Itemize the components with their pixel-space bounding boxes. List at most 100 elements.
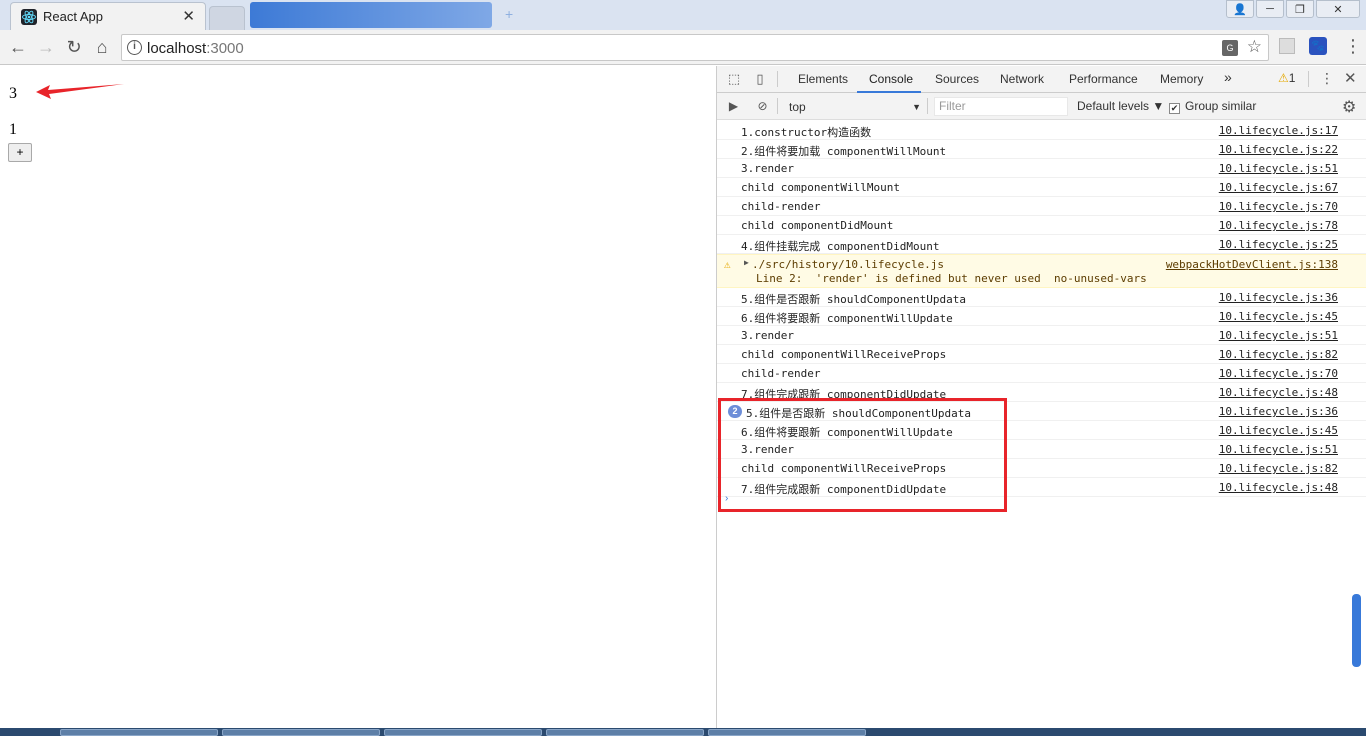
source-link[interactable]: 10.lifecycle.js:45 [1219, 310, 1338, 323]
bookmark-star-icon[interactable]: ☆ [1247, 37, 1262, 57]
source-link[interactable]: 10.lifecycle.js:51 [1219, 443, 1338, 456]
tab-elements[interactable]: Elements [798, 72, 848, 86]
info-icon[interactable]: i [127, 40, 142, 55]
react-logo-icon [21, 9, 37, 25]
devtools-tabbar: ⬚ ▯ Elements Console Sources Network Per… [717, 66, 1366, 93]
red-arrow-annotation [36, 84, 124, 99]
tab-sources[interactable]: Sources [935, 72, 979, 86]
source-link[interactable]: 10.lifecycle.js:48 [1219, 481, 1338, 494]
url-text: localhost:3000 [147, 40, 244, 57]
source-link[interactable]: 10.lifecycle.js:67 [1219, 181, 1338, 194]
new-tab-button[interactable] [209, 6, 245, 30]
source-link[interactable]: 10.lifecycle.js:51 [1219, 329, 1338, 342]
translate-icon[interactable]: G [1222, 40, 1238, 56]
source-link[interactable]: 10.lifecycle.js:25 [1219, 238, 1338, 251]
home-icon[interactable]: ⌂ [92, 37, 112, 57]
warning-counter[interactable]: ⚠1 [1278, 71, 1295, 85]
sidebar-toggle-icon[interactable]: ▶ [726, 99, 741, 114]
child-value: 1 [9, 121, 17, 138]
source-link[interactable]: 10.lifecycle.js:45 [1219, 424, 1338, 437]
log-levels-dropdown[interactable]: Default levels ▼ [1077, 99, 1164, 113]
group-similar-checkbox[interactable]: ✔ Group similar [1169, 99, 1256, 114]
tab-performance[interactable]: Performance [1069, 72, 1138, 86]
divider [777, 71, 778, 87]
divider [1308, 71, 1309, 87]
forward-arrow-icon[interactable]: → [36, 37, 56, 57]
taskbar-item[interactable] [222, 729, 380, 736]
source-link[interactable]: 10.lifecycle.js:36 [1219, 405, 1338, 418]
tab-network[interactable]: Network [1000, 72, 1044, 86]
address-bar[interactable]: i localhost:3000 G ☆ [121, 34, 1269, 61]
source-link[interactable]: 10.lifecycle.js:36 [1219, 291, 1338, 304]
console-row: 3.render 10.lifecycle.js:51 [717, 159, 1366, 178]
scrollbar-thumb[interactable] [1352, 594, 1361, 667]
console-filterbar: ▶ ⊘ top ▼ Filter Default levels ▼ ✔ Group … [717, 93, 1366, 120]
console-row: child componentDidMount 10.lifecycle.js:7… [717, 216, 1366, 235]
checkbox-checked-icon: ✔ [1169, 103, 1180, 114]
back-arrow-icon[interactable]: ← [8, 37, 28, 57]
source-link[interactable]: 10.lifecycle.js:70 [1219, 200, 1338, 213]
close-window-button[interactable]: ✕ [1316, 0, 1360, 18]
console-row: 3.render 10.lifecycle.js:51 [717, 326, 1366, 345]
expand-triangle-icon[interactable]: ▶ [744, 258, 749, 267]
console-row: 6.组件将要跟新 componentWillUpdate 10.lifecycle… [717, 307, 1366, 326]
tab-close-icon[interactable]: ✕ [182, 7, 195, 25]
source-link[interactable]: 10.lifecycle.js:22 [1219, 143, 1338, 156]
user-icon[interactable]: 👤 [1226, 0, 1254, 18]
devtools-panel: ⬚ ▯ Elements Console Sources Network Per… [716, 66, 1366, 728]
kebab-menu-icon[interactable]: ⋮ [1320, 70, 1334, 87]
taskbar-item[interactable] [60, 729, 218, 736]
caret-down-icon: ▼ [912, 102, 921, 112]
divider [777, 98, 778, 114]
source-link[interactable]: 10.lifecycle.js:82 [1219, 348, 1338, 361]
source-link[interactable]: 10.lifecycle.js:51 [1219, 162, 1338, 175]
increment-button[interactable]: + [8, 143, 32, 162]
device-toolbar-icon[interactable]: ▯ [752, 71, 768, 87]
title-bar: React App ✕ + 👤 ─ ❐ ✕ [0, 0, 1366, 30]
filter-input[interactable]: Filter [934, 97, 1068, 116]
console-row: 5.组件是否跟新 shouldComponentUpdata 10.lifecyc… [717, 288, 1366, 307]
page-viewport: 3 1 + [0, 66, 716, 728]
plus-icon: + [505, 6, 514, 22]
source-link[interactable]: 10.lifecycle.js:17 [1219, 124, 1338, 137]
minimize-button[interactable]: ─ [1256, 0, 1284, 18]
warning-icon: ⚠ [1278, 71, 1289, 85]
parent-count-value: 3 [9, 85, 17, 102]
inspect-element-icon[interactable]: ⬚ [726, 71, 742, 87]
taskbar-item[interactable] [384, 729, 542, 736]
os-taskbar [0, 728, 1366, 736]
warning-icon: ⚠ [724, 258, 731, 271]
console-row: 4.组件挂载完成 componentDidMount 10.lifecycle.j… [717, 235, 1366, 254]
taskbar-item[interactable] [546, 729, 704, 736]
console-row: 2.组件将要加载 componentWillMount 10.lifecycle.… [717, 140, 1366, 159]
source-link[interactable]: 10.lifecycle.js:70 [1219, 367, 1338, 380]
more-tabs-icon[interactable]: » [1224, 69, 1232, 85]
maximize-button[interactable]: ❐ [1286, 0, 1314, 18]
clear-console-icon[interactable]: ⊘ [755, 99, 770, 114]
blurred-window-thumbnail [250, 2, 492, 28]
taskbar-item[interactable] [708, 729, 866, 736]
tab-memory[interactable]: Memory [1160, 72, 1203, 86]
console-row: 1.constructor构造函数 10.lifecycle.js:17 [717, 121, 1366, 140]
tab-title: React App [43, 9, 103, 24]
close-devtools-icon[interactable]: ✕ [1344, 69, 1357, 87]
console-row: child componentWillReceiveProps 10.lifecy… [717, 345, 1366, 364]
extension-icon[interactable] [1279, 38, 1295, 54]
window-controls: 👤 ─ ❐ ✕ [1226, 0, 1360, 20]
reload-icon[interactable]: ↻ [64, 37, 84, 57]
browser-menu-icon[interactable]: ⋮ [1344, 36, 1362, 56]
console-warning-row[interactable]: ⚠ ▶ ./src/history/10.lifecycle.js Line 2… [717, 254, 1366, 288]
source-link[interactable]: 10.lifecycle.js:48 [1219, 386, 1338, 399]
divider [927, 98, 928, 114]
tab-console[interactable]: Console [869, 72, 913, 86]
gear-icon[interactable]: ⚙ [1342, 97, 1356, 117]
baidu-extension-icon[interactable]: 🐾 [1309, 37, 1327, 55]
source-link[interactable]: 10.lifecycle.js:82 [1219, 462, 1338, 475]
browser-toolbar: ← → ↻ ⌂ i localhost:3000 G ☆ 🐾 ⋮ [0, 30, 1366, 65]
source-link[interactable]: 10.lifecycle.js:78 [1219, 219, 1338, 232]
console-row: child-render 10.lifecycle.js:70 [717, 197, 1366, 216]
context-select[interactable]: top ▼ [783, 98, 923, 116]
console-row: child-render 10.lifecycle.js:70 [717, 364, 1366, 383]
source-link[interactable]: webpackHotDevClient.js:138 [1166, 258, 1338, 271]
browser-tab-react-app[interactable]: React App ✕ [10, 2, 206, 30]
